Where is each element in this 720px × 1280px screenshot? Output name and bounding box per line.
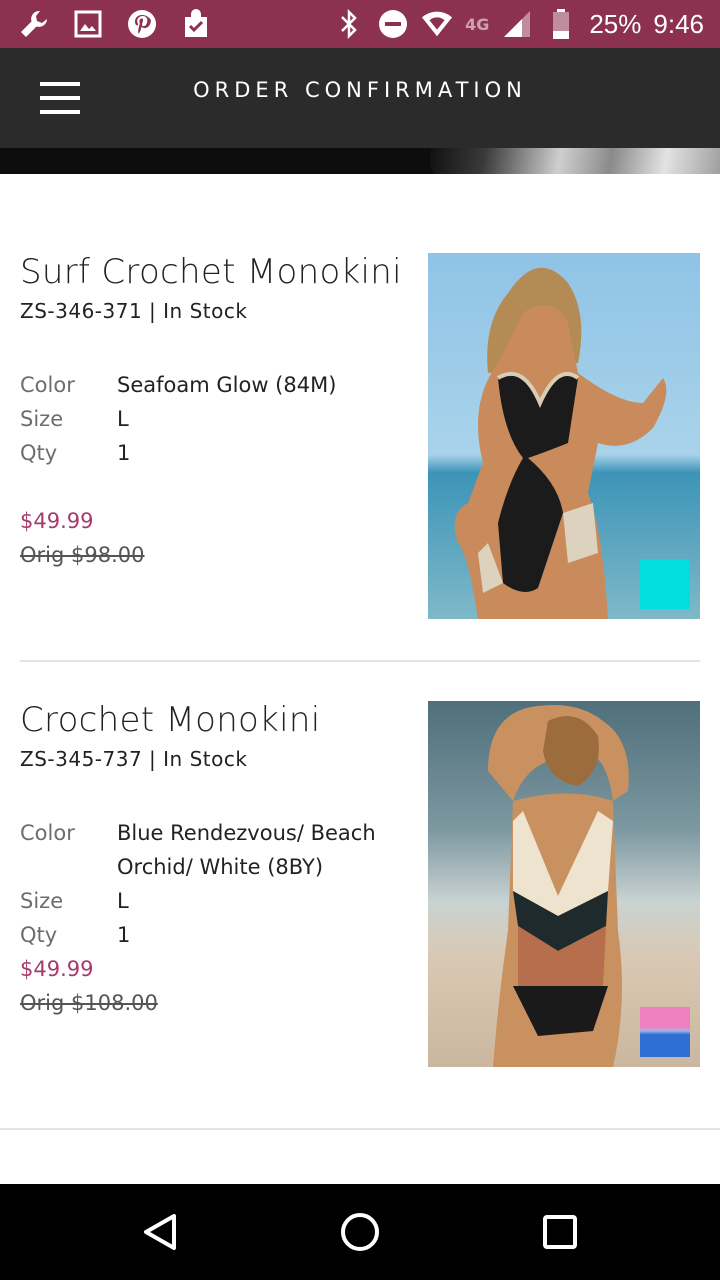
qty-value: 1: [117, 923, 131, 947]
bluetooth-icon: [333, 8, 365, 40]
page-title: ORDER CONFIRMATION: [193, 78, 527, 102]
order-item: Surf Crochet Monokini ZS-346-371 | In St…: [0, 174, 720, 661]
battery-icon: [545, 8, 577, 40]
product-image[interactable]: [428, 253, 700, 619]
original-price: Orig $98.00: [20, 543, 145, 567]
size-label: Size: [20, 407, 64, 431]
do-not-disturb-icon: [377, 8, 409, 40]
color-value: Seafoam Glow (84M): [117, 373, 337, 397]
qty-label: Qty: [20, 441, 58, 465]
signal-icon: [501, 8, 533, 40]
product-image[interactable]: [428, 701, 700, 1067]
color-swatch[interactable]: [640, 1007, 690, 1057]
size-value: L: [117, 889, 129, 913]
color-swatch[interactable]: [640, 559, 690, 609]
order-item: Crochet Monokini ZS-345-737 | In Stock C…: [0, 662, 720, 1129]
size-value: L: [117, 407, 129, 431]
original-price: Orig $108.00: [20, 991, 158, 1015]
wifi-icon: [421, 8, 453, 40]
color-value-line1: Blue Rendezvous/ Beach: [117, 821, 376, 845]
product-name[interactable]: Surf Crochet Monokini: [20, 252, 402, 292]
shopping-bag-check-icon: [180, 8, 212, 40]
clock-time: 9:46: [653, 8, 704, 39]
sale-price: $49.99: [20, 957, 94, 981]
wrench-icon: [18, 8, 50, 40]
app-header: ORDER CONFIRMATION: [0, 48, 720, 148]
qty-label: Qty: [20, 923, 58, 947]
product-sku-stock: ZS-346-371 | In Stock: [20, 299, 248, 323]
image-icon: [72, 8, 104, 40]
battery-percent: 25%: [589, 8, 642, 39]
pinterest-icon: [126, 8, 158, 40]
product-name[interactable]: Crochet Monokini: [20, 700, 321, 740]
system-nav-bar: [0, 1184, 720, 1280]
status-bar: 4G 25% 9:46: [0, 0, 720, 48]
divider: [0, 1128, 720, 1130]
network-type-label: 4G: [465, 14, 490, 34]
product-sku-stock: ZS-345-737 | In Stock: [20, 747, 248, 771]
hero-banner-image: [0, 148, 720, 174]
size-label: Size: [20, 889, 64, 913]
color-value-line2: Orchid/ White (8BY): [117, 855, 324, 879]
home-icon[interactable]: [336, 1208, 384, 1256]
qty-value: 1: [117, 441, 131, 465]
sale-price: $49.99: [20, 509, 94, 533]
color-label: Color: [20, 821, 75, 845]
back-icon[interactable]: [136, 1208, 184, 1256]
color-label: Color: [20, 373, 75, 397]
recents-icon[interactable]: [536, 1208, 584, 1256]
